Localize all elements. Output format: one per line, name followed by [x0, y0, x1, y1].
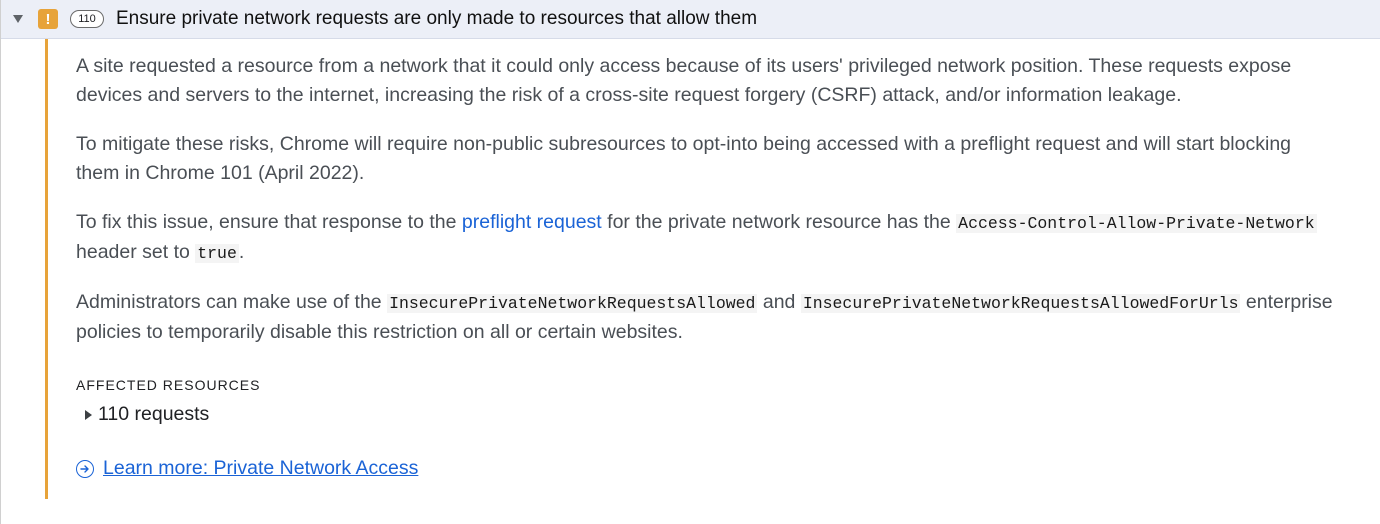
warning-icon: ! — [38, 9, 58, 29]
p3-pre: To fix this issue, ensure that response … — [76, 211, 462, 233]
expand-triangle-icon[interactable] — [85, 409, 92, 420]
p4-and: and — [757, 291, 801, 313]
p4-pre: Administrators can make use of the — [76, 291, 388, 313]
fix-paragraph: To fix this issue, ensure that response … — [76, 208, 1376, 268]
p3-end: . — [238, 241, 245, 263]
learn-more-link[interactable]: Learn more: Private Network Access — [103, 457, 418, 480]
frame-border — [0, 0, 1, 524]
disclosure-triangle-icon[interactable] — [13, 15, 23, 23]
p1-line1: A site requested a resource from a netwo… — [76, 55, 1292, 77]
issue-count-badge: 110 — [70, 10, 104, 28]
p4-post: enterprise — [1240, 291, 1333, 313]
issue-title: Ensure private network requests are only… — [116, 8, 758, 29]
requests-toggle[interactable]: 110 requests — [85, 403, 1376, 426]
issue-body: A site requested a resource from a netwo… — [76, 52, 1376, 480]
true-value-code: true — [195, 244, 239, 263]
policy-code-1: InsecurePrivateNetworkRequestsAllowed — [387, 294, 758, 313]
warning-accent-bar — [45, 39, 48, 499]
preflight-request-link[interactable]: preflight request — [462, 211, 602, 233]
admin-paragraph: Administrators can make use of the Insec… — [76, 288, 1376, 347]
p4-line2: policies to temporarily disable this res… — [76, 321, 683, 343]
p2-line2: them in Chrome 101 (April 2022). — [76, 162, 365, 184]
mitigation-paragraph: To mitigate these risks, Chrome will req… — [76, 130, 1376, 188]
p1-line2: devices and servers to the internet, inc… — [76, 84, 1182, 106]
affected-resources-label: AFFECTED RESOURCES — [76, 377, 261, 393]
learn-more-row: Learn more: Private Network Access — [76, 457, 1376, 480]
header-name-code: Access-Control-Allow-Private-Network — [956, 214, 1317, 233]
p3-line2-pre: header set to — [76, 241, 196, 263]
requests-count-label: 110 requests — [98, 403, 210, 425]
p3-mid: for the private network resource has the — [601, 211, 957, 233]
policy-code-2: InsecurePrivateNetworkRequestsAllowedFor… — [800, 294, 1241, 313]
circle-arrow-right-icon — [76, 459, 94, 478]
description-paragraph: A site requested a resource from a netwo… — [76, 52, 1376, 110]
issue-header[interactable]: ! 110 Ensure private network requests ar… — [1, 0, 1380, 39]
p2-line1: To mitigate these risks, Chrome will req… — [76, 133, 1292, 155]
